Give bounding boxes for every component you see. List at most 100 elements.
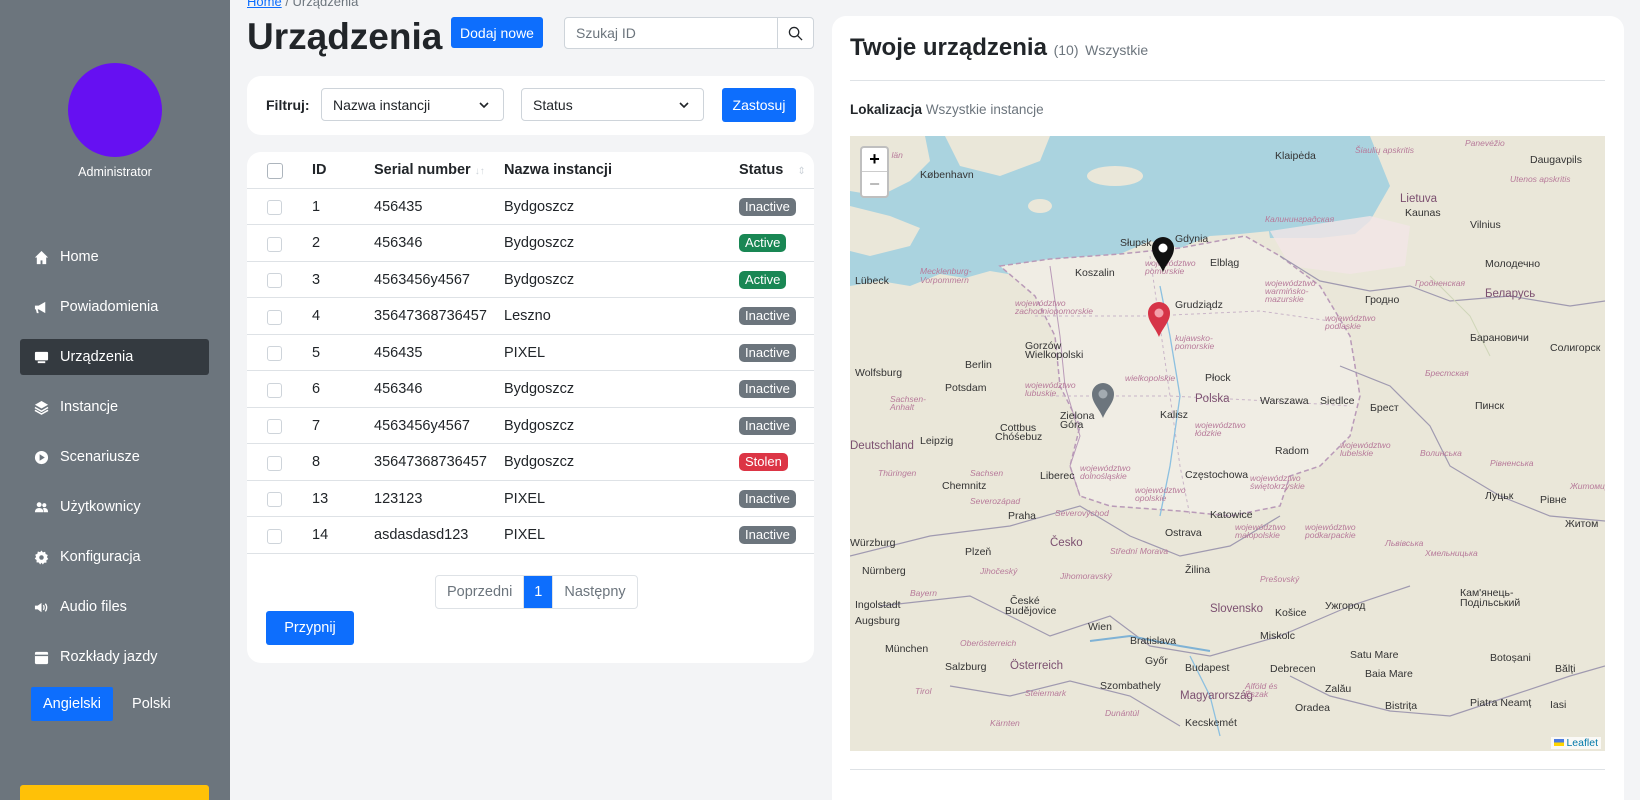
svg-text:Würzburg: Würzburg [850, 537, 896, 549]
svg-text:Siedlce: Siedlce [1320, 395, 1355, 407]
zoom-out-button[interactable]: − [862, 172, 887, 196]
svg-text:Szombathely: Szombathely [1100, 680, 1161, 692]
map-attribution[interactable]: Leaflet [1551, 737, 1601, 749]
device-map[interactable]: København Skåne län Klaipėda Šiaulių aps… [850, 136, 1605, 751]
row-checkbox[interactable] [267, 419, 282, 434]
svg-text:Słupsk: Słupsk [1120, 237, 1152, 249]
zoom-in-button[interactable]: + [862, 148, 887, 172]
cell-serial: 456435 [374, 198, 423, 215]
sidebar-item-uzytkownicy[interactable]: Użytkownicy [20, 489, 209, 525]
sidebar-item-audio-files[interactable]: Audio files [20, 589, 209, 625]
breadcrumb: Home / Urządzenia [247, 0, 358, 9]
row-checkbox[interactable] [267, 200, 282, 215]
pagination-next[interactable]: Następny [552, 576, 636, 608]
lang-polish-button[interactable]: Polski [120, 687, 183, 721]
col-status-header[interactable]: Status ⇕ [739, 162, 806, 178]
svg-text:Vorpommern: Vorpommern [920, 275, 969, 285]
lang-english-button[interactable]: Angielski [31, 687, 114, 721]
status-select[interactable]: Status [521, 88, 704, 121]
col-id-header[interactable]: ID [312, 162, 327, 178]
table-row[interactable]: 7 4563456y4567 Bydgoszcz Inactive [247, 408, 814, 444]
location-value: Wszystkie instancje [925, 102, 1044, 117]
row-checkbox[interactable] [267, 346, 282, 361]
row-checkbox[interactable] [267, 382, 282, 398]
pin-button[interactable]: Przypnij [266, 611, 354, 645]
svg-text:Severovýchod: Severovýchod [1055, 508, 1109, 518]
svg-text:wielkopolskie: wielkopolskie [1125, 373, 1175, 383]
svg-text:Płock: Płock [1205, 372, 1231, 384]
table-row[interactable]: 1 456435 Bydgoszcz Inactive [247, 189, 814, 225]
add-device-button[interactable]: Dodaj nowe [451, 17, 543, 48]
svg-text:Magyarország: Magyarország [1180, 690, 1253, 702]
status-badge: Inactive [739, 526, 796, 544]
sidebar-item-powiadomienia[interactable]: Powiadomienia [20, 289, 209, 325]
select-all-checkbox[interactable] [267, 163, 283, 179]
sidebar-item-konfiguracja[interactable]: Konfiguracja [20, 539, 209, 575]
svg-text:Thüringen: Thüringen [878, 468, 917, 478]
avatar[interactable] [68, 63, 162, 157]
sidebar-item-urzadzenia[interactable]: Urządzenia [20, 339, 209, 375]
svg-text:Брестская: Брестская [1425, 368, 1469, 378]
col-serial-header[interactable]: Serial number ↓↑ [374, 162, 485, 178]
cell-instance: PIXEL [504, 527, 546, 543]
sidebar-item-label: Instancje [60, 399, 119, 415]
search-button[interactable] [777, 18, 813, 48]
table-row[interactable]: 13 123123 PIXEL Inactive [247, 481, 814, 517]
row-checkbox[interactable] [267, 528, 282, 544]
gear-icon [34, 549, 49, 565]
sidebar-item-instancje[interactable]: Instancje [20, 389, 209, 425]
svg-text:Berlin: Berlin [965, 359, 992, 371]
svg-text:Budějovice: Budějovice [1005, 605, 1057, 617]
instance-select[interactable]: Nazwa instancji [321, 88, 504, 121]
svg-text:Debrecen: Debrecen [1270, 663, 1316, 675]
sidebar-item-home[interactable]: Home [20, 239, 209, 275]
users-icon [34, 501, 49, 512]
attribution-link[interactable]: Leaflet [1566, 737, 1598, 749]
cell-instance: PIXEL [504, 490, 546, 507]
svg-text:Panevėžio: Panevėžio [1465, 138, 1505, 148]
svg-text:mazurskie: mazurskie [1265, 294, 1304, 304]
row-checkbox[interactable] [267, 309, 282, 325]
cell-serial: 4563456y4567 [374, 271, 470, 288]
svg-text:podkarpackie: podkarpackie [1304, 530, 1356, 540]
status-badge: Inactive [739, 380, 796, 398]
svg-text:Częstochowa: Częstochowa [1185, 469, 1248, 481]
breadcrumb-home-link[interactable]: Home [247, 0, 282, 9]
svg-text:dolnośląskie: dolnośląskie [1080, 471, 1127, 481]
row-checkbox[interactable] [267, 492, 282, 507]
svg-text:Рівненська: Рівненська [1490, 458, 1534, 468]
sidebar-item-label: Użytkownicy [60, 499, 141, 515]
col-name-header[interactable]: Nazwa instancji [504, 162, 612, 178]
table-row[interactable]: 2 456346 Bydgoszcz Active [247, 226, 814, 262]
svg-text:Elbląg: Elbląg [1210, 257, 1239, 269]
table-row[interactable]: 6 456346 Bydgoszcz Inactive [247, 372, 814, 408]
row-checkbox[interactable] [267, 236, 282, 252]
svg-text:Potsdam: Potsdam [945, 382, 987, 394]
svg-text:Severozápad: Severozápad [970, 496, 1020, 506]
sidebar-item-rozklady-jazdy[interactable]: Rozkłady jazdy [20, 639, 209, 675]
svg-text:Piatra Neamț: Piatra Neamț [1470, 697, 1531, 709]
svg-text:świętokrzyskie: świętokrzyskie [1250, 481, 1305, 491]
search-input[interactable] [565, 18, 777, 48]
megaphone-icon [34, 301, 46, 313]
svg-text:Jihomoravský: Jihomoravský [1059, 571, 1113, 581]
table-row[interactable]: 5 456435 PIXEL Inactive [247, 335, 814, 371]
svg-text:Беларусь: Беларусь [1485, 288, 1535, 300]
sidebar-item-scenariusze[interactable]: Scenariusze [20, 439, 209, 475]
table-row[interactable]: 4 35647368736457 Leszno Inactive [247, 299, 814, 335]
svg-text:Österreich: Österreich [1010, 660, 1063, 672]
svg-text:Košice: Košice [1275, 607, 1307, 619]
row-checkbox[interactable] [267, 455, 282, 471]
pagination-page-1[interactable]: 1 [523, 576, 553, 608]
sort-icon: ⇕ [797, 166, 806, 177]
table-row[interactable]: 8 35647368736457 Bydgoszcz Stolen [247, 445, 814, 481]
table-row[interactable]: 3 4563456y4567 Bydgoszcz Active [247, 262, 814, 298]
row-checkbox[interactable] [267, 273, 282, 288]
svg-text:Sachsen: Sachsen [970, 468, 1003, 478]
apply-filter-button[interactable]: Zastosuj [722, 88, 796, 122]
pagination-prev[interactable]: Poprzedni [436, 576, 523, 608]
sidebar-action-button[interactable] [20, 785, 209, 800]
svg-text:Bistrița: Bistrița [1385, 700, 1417, 712]
cell-instance: Bydgoszcz [504, 454, 575, 470]
table-row[interactable]: 14 asdasdasd123 PIXEL Inactive [247, 518, 814, 554]
